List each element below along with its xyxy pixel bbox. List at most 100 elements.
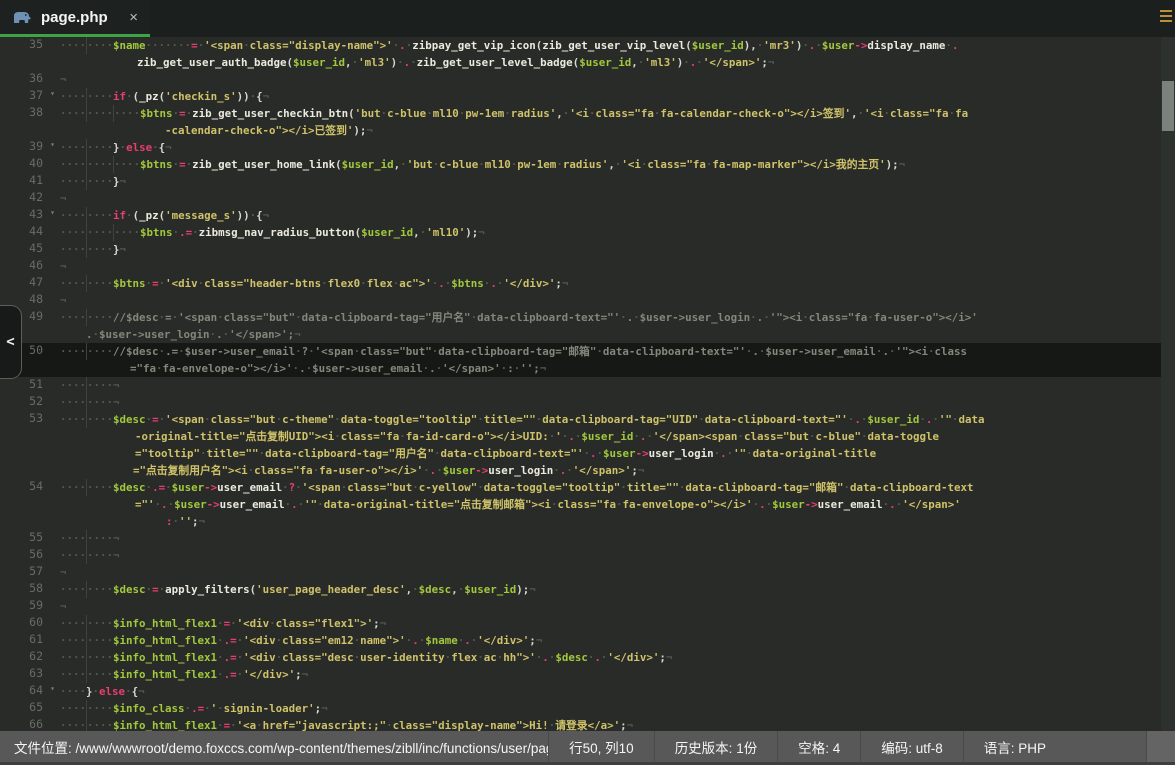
code-line[interactable]: ········¬ (56, 530, 1175, 547)
code-line[interactable]: ············$btns·=·zib_get_user_checkin… (56, 105, 1175, 122)
code-line[interactable]: ········}·else·{¬ (56, 139, 1175, 156)
menu-icon[interactable] (1160, 10, 1172, 25)
line-number[interactable]: 62 (0, 649, 56, 666)
code-line[interactable]: ¬ (56, 71, 1175, 88)
line-number[interactable] (0, 428, 56, 445)
code-line[interactable]: ="tooltip"·title=""·data-clipboard-tag="… (56, 445, 1175, 462)
code-line[interactable]: ········$info_html_flex1·.=·'<div·class=… (56, 632, 1175, 649)
code-line[interactable]: ········$info_class·.=·'·signin-loader';… (56, 700, 1175, 717)
resize-grip[interactable] (1146, 731, 1175, 762)
line-number[interactable]: 47 (0, 275, 56, 292)
code-line[interactable]: ¬ (56, 190, 1175, 207)
line-number[interactable]: 65 (0, 700, 56, 717)
line-number[interactable]: 66 (0, 717, 56, 731)
line-number[interactable]: 60 (0, 615, 56, 632)
line-number[interactable]: 42 (0, 190, 56, 207)
line-number[interactable]: 52 (0, 394, 56, 411)
code-line[interactable]: ········//$desc·=·'<span·class="but"·dat… (56, 309, 1175, 326)
line-number[interactable]: 63 (0, 666, 56, 683)
line-number[interactable]: 54 (0, 479, 56, 496)
indent-guide (86, 632, 87, 649)
code-line[interactable]: ········¬ (56, 377, 1175, 394)
line-number[interactable] (0, 496, 56, 513)
code-line[interactable]: ········$info_html_flex1·.=·'</div>';¬ (56, 666, 1175, 683)
line-number[interactable]: 58 (0, 581, 56, 598)
history-version-status[interactable]: 历史版本: 1份 (654, 731, 778, 762)
code-line[interactable]: ········}¬ (56, 173, 1175, 190)
code-line[interactable]: ········$info_html_flex1·=·'<div·class="… (56, 615, 1175, 632)
fold-arrow-icon[interactable]: ▾ (50, 140, 55, 149)
fold-arrow-icon[interactable]: ▾ (50, 89, 55, 98)
fold-arrow-icon[interactable]: ▾ (50, 684, 55, 693)
line-number[interactable]: 57 (0, 564, 56, 581)
line-number[interactable] (0, 122, 56, 139)
line-number[interactable]: 55 (0, 530, 56, 547)
code-line[interactable]: ········if·(_pz('message_s'))·{¬ (56, 207, 1175, 224)
code-line[interactable]: :·'';¬ (56, 513, 1175, 530)
line-number[interactable]: 45 (0, 241, 56, 258)
code-line[interactable]: ········$desc·=·'<span·class="but·c-them… (56, 411, 1175, 428)
encoding-status[interactable]: 编码: utf-8 (860, 731, 963, 762)
code-line[interactable]: ········$btns·=·'<div·class="header-btns… (56, 275, 1175, 292)
line-number[interactable] (0, 462, 56, 479)
code-line[interactable]: ········$name·······=·'<span·class="disp… (56, 37, 1175, 54)
line-number[interactable]: 44 (0, 224, 56, 241)
indent-guide (86, 700, 87, 717)
code-line[interactable]: ¬ (56, 564, 1175, 581)
code-line[interactable]: ············$btns·=·zib_get_user_home_li… (56, 156, 1175, 173)
line-number[interactable]: 53 (0, 411, 56, 428)
line-number[interactable]: 38 (0, 105, 56, 122)
code-line[interactable]: .·$user->user_login·.·'</span>';¬ (56, 326, 1175, 343)
code-line[interactable]: ········}¬ (56, 241, 1175, 258)
code-line[interactable]: ········¬ (56, 394, 1175, 411)
language-mode-status[interactable]: 语言: PHP (963, 731, 1066, 762)
line-number[interactable]: 43▾ (0, 207, 56, 224)
indent-guide (86, 275, 87, 292)
code-line[interactable]: ········//$desc·.=·$user->user_email·?·'… (56, 343, 1175, 360)
line-number[interactable]: 61 (0, 632, 56, 649)
line-number[interactable]: 64▾ (0, 683, 56, 700)
code-line[interactable]: ="点击复制用户名"><i·class="fa·fa-user-o"></i>'… (56, 462, 1175, 479)
indent-spaces-status[interactable]: 空格: 4 (777, 731, 860, 762)
code-line[interactable]: ="fa·fa-envelope-o"></i>'·.·$user->user_… (56, 360, 1175, 377)
code-line[interactable]: ········$desc·=·apply_filters('user_page… (56, 581, 1175, 598)
line-number[interactable] (0, 54, 56, 71)
vertical-scrollbar[interactable] (1161, 37, 1175, 731)
code-line[interactable]: ············$btns·.=·zibmsg_nav_radius_b… (56, 224, 1175, 241)
line-number[interactable]: 46 (0, 258, 56, 275)
indent-guide (86, 105, 87, 122)
line-number[interactable]: 39▾ (0, 139, 56, 156)
line-number[interactable] (0, 513, 56, 530)
indent-guide (86, 139, 87, 156)
panel-collapse-handle[interactable]: < (0, 305, 22, 379)
line-number[interactable]: 56 (0, 547, 56, 564)
code-line[interactable]: -calendar-check-o"></i>已签到');¬ (56, 122, 1175, 139)
line-number[interactable]: 40 (0, 156, 56, 173)
code-line[interactable]: ········¬ (56, 547, 1175, 564)
code-line[interactable]: zib_get_user_auth_badge($user_id,·'ml3')… (56, 54, 1175, 71)
tab-close-icon[interactable]: × (129, 10, 138, 25)
code-line[interactable]: -original-title="点击复制UID"><i·class="fa·f… (56, 428, 1175, 445)
code-line[interactable]: ····}·else·{¬ (56, 683, 1175, 700)
code-line[interactable]: ="'·.·$user->user_email·.·'"·data-origin… (56, 496, 1175, 513)
line-number[interactable]: 41 (0, 173, 56, 190)
fold-arrow-icon[interactable]: ▾ (50, 208, 55, 217)
code-area[interactable]: ········$name·······=·'<span·class="disp… (56, 37, 1175, 731)
cursor-position-status[interactable]: 行50, 列10 (548, 731, 654, 762)
scrollbar-thumb[interactable] (1162, 81, 1174, 131)
line-number[interactable]: 37▾ (0, 88, 56, 105)
code-line[interactable]: ········$desc·.=·$user->user_email·?·'<s… (56, 479, 1175, 496)
code-line[interactable]: ········$info_html_flex1·.=·'<div·class=… (56, 649, 1175, 666)
code-line[interactable]: ¬ (56, 292, 1175, 309)
tab-page-php[interactable]: page.php × (0, 0, 150, 37)
code-line[interactable]: ········if·(_pz('checkin_s'))·{¬ (56, 88, 1175, 105)
line-number[interactable]: 36 (0, 71, 56, 88)
code-line[interactable]: ¬ (56, 598, 1175, 615)
line-number[interactable]: 35 (0, 37, 56, 54)
line-number[interactable]: 51 (0, 377, 56, 394)
code-line[interactable]: ········$info_html_flex1·=·'<a·href="jav… (56, 717, 1175, 731)
indent-guide (86, 207, 87, 224)
code-line[interactable]: ¬ (56, 258, 1175, 275)
line-number[interactable] (0, 445, 56, 462)
line-number[interactable]: 59 (0, 598, 56, 615)
